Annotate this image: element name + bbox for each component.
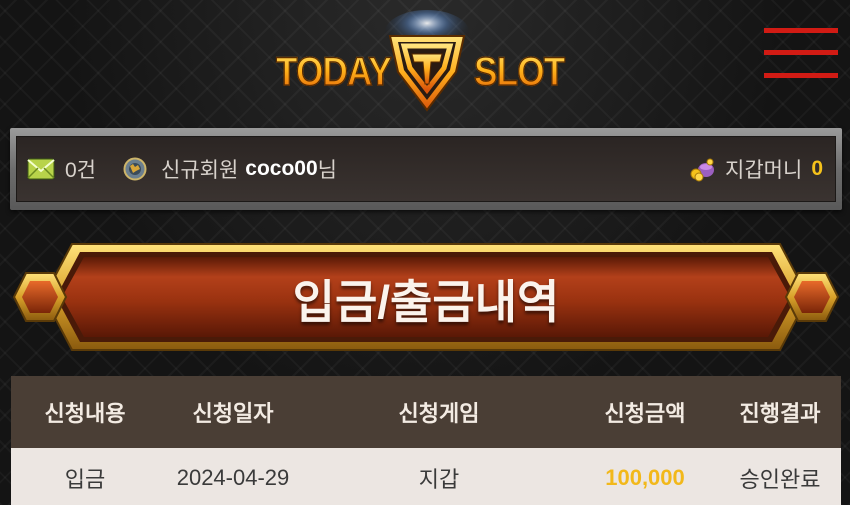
cell-result: 승인완료: [739, 467, 821, 492]
column-header: 신청금액: [604, 401, 686, 426]
wallet-info[interactable]: 지갑머니 0: [689, 154, 823, 184]
logo-text-right: SLOT: [473, 49, 565, 94]
column-header: 신청게임: [398, 401, 480, 426]
cell-game: 지갑: [418, 467, 460, 492]
logo-badge-icon: [385, 10, 469, 112]
column-header: 진행결과: [739, 401, 821, 426]
wallet-coins-icon: [690, 158, 715, 182]
page-title-banner: 입금/출금내역: [10, 238, 842, 356]
user-info-bar: 0건 신규회원 coco00 님 지갑머니 0: [10, 128, 842, 210]
logo-text-left: TODAY: [275, 49, 392, 94]
member-grade: 신규회원: [161, 159, 239, 182]
menu-bar: [764, 28, 838, 33]
table-row[interactable]: 입금 2024-04-29 지갑 100,000 승인완료: [11, 448, 841, 505]
column-header: 신청내용: [44, 401, 126, 426]
hamburger-menu-icon[interactable]: [764, 28, 838, 82]
table-header: 신청내용 신청일자 신청게임 신청금액 진행결과: [11, 376, 841, 448]
wallet-label: 지갑머니: [725, 159, 803, 182]
messages-link[interactable]: 0건: [27, 154, 96, 184]
column-header: 신청일자: [192, 401, 274, 426]
menu-bar: [764, 73, 838, 78]
messages-count: 0건: [65, 159, 96, 182]
wallet-amount: 0: [811, 157, 823, 180]
member-level-icon: [123, 157, 147, 181]
page-title: 입금/출금내역: [292, 276, 560, 328]
site-logo[interactable]: TODAY SLOT: [275, 10, 576, 112]
transaction-table: 신청내용 신청일자 신청게임 신청금액 진행결과 입금 2024-04-29 지…: [11, 376, 841, 505]
username: coco00: [245, 157, 318, 180]
username-suffix: 님: [317, 159, 337, 182]
member-info: 신규회원 coco00 님: [123, 154, 337, 184]
user-info-panel: 0건 신규회원 coco00 님 지갑머니 0: [16, 136, 836, 202]
cell-amount: 100,000: [605, 465, 685, 490]
cell-type: 입금: [64, 467, 106, 492]
menu-bar: [764, 50, 838, 55]
cell-date: 2024-04-29: [176, 465, 290, 490]
envelope-icon: [27, 158, 55, 180]
